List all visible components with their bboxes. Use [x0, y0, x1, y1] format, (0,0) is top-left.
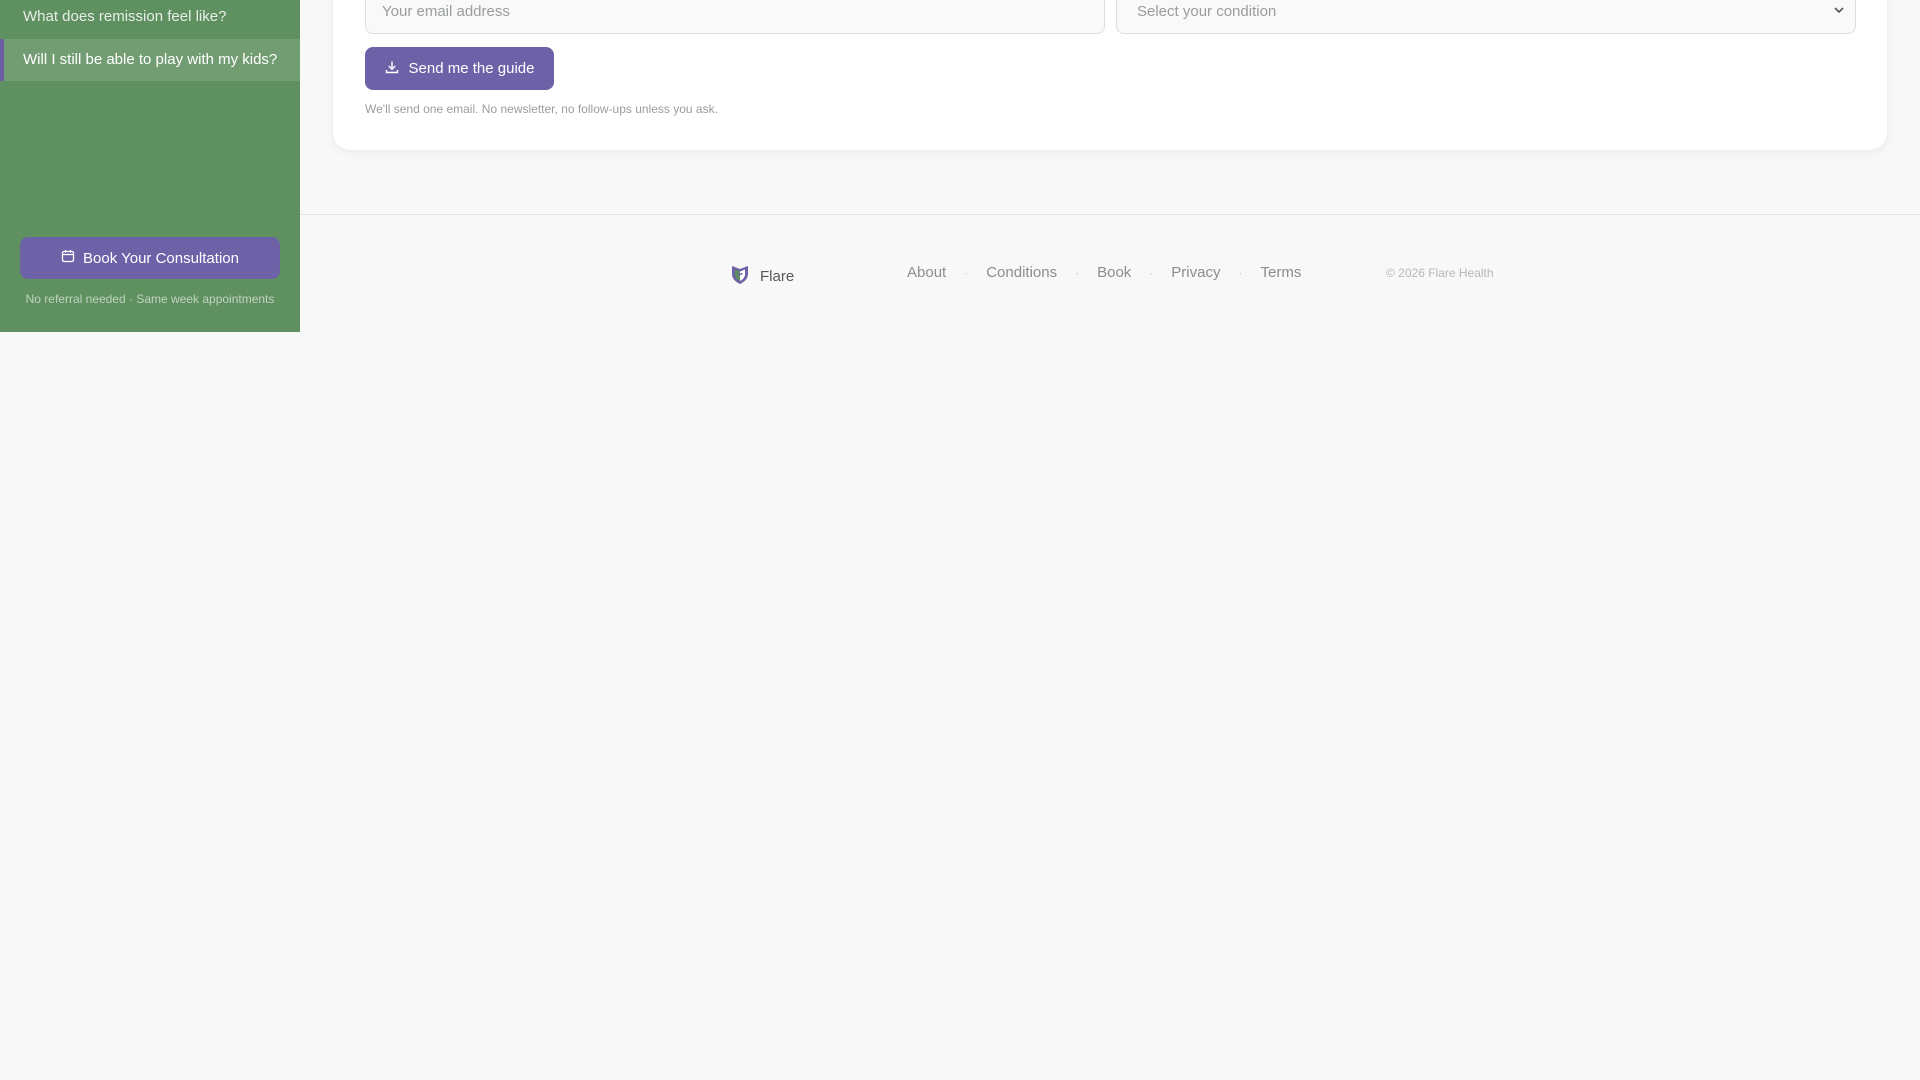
calendar-icon: [61, 249, 75, 267]
footer-separator: ·: [1075, 265, 1080, 280]
book-consultation-button[interactable]: Book Your Consultation: [20, 237, 280, 279]
footer-divider: [300, 214, 1920, 215]
footer-link-conditions[interactable]: Conditions: [986, 264, 1057, 281]
sidebar: What does remission feel like? Will I st…: [0, 0, 300, 332]
sidebar-item-play-with-kids[interactable]: Will I still be able to play with my kid…: [0, 39, 300, 81]
chevron-down-icon: [1833, 0, 1845, 31]
footer-brand[interactable]: Flare: [730, 263, 794, 289]
condition-select-value: Select your condition: [1137, 3, 1277, 20]
brand-name: Flare: [760, 267, 795, 285]
send-guide-button[interactable]: Send me the guide: [365, 47, 554, 90]
footer-links: About · Conditions · Book · Privacy · Te…: [907, 264, 1301, 281]
book-consultation-label: Book Your Consultation: [83, 249, 239, 267]
condition-select[interactable]: Select your condition: [1116, 0, 1856, 34]
send-guide-label: Send me the guide: [408, 60, 535, 77]
footer-link-book[interactable]: Book: [1097, 264, 1131, 281]
footer-separator: ·: [1238, 265, 1243, 280]
download-icon: [385, 60, 399, 78]
footer-separator: ·: [1149, 265, 1154, 280]
email-field[interactable]: Your email address: [365, 0, 1105, 34]
shield-logo-icon: [730, 263, 750, 289]
sidebar-item-remission[interactable]: What does remission feel like?: [0, 0, 300, 38]
footer-link-terms[interactable]: Terms: [1260, 264, 1301, 281]
copyright: © 2026 Flare Health: [1386, 266, 1494, 280]
book-note: No referral needed · Same week appointme…: [25, 292, 275, 306]
footer-separator: ·: [964, 265, 969, 280]
footer-link-about[interactable]: About: [907, 264, 946, 281]
fine-print: We'll send one email. No newsletter, no …: [365, 102, 718, 116]
footer-link-privacy[interactable]: Privacy: [1171, 264, 1220, 281]
